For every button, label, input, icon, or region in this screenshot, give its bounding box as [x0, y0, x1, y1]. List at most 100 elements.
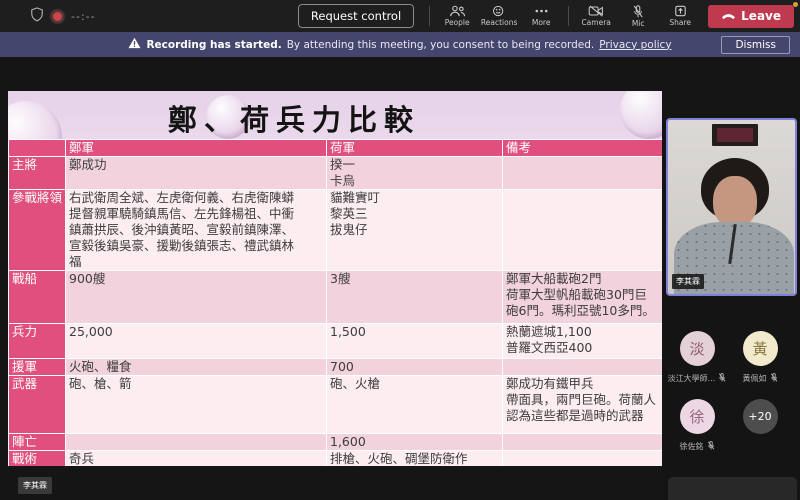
column-header: 備考: [503, 140, 663, 157]
recording-indicator-icon: [53, 12, 62, 21]
mic-button[interactable]: Mic: [618, 0, 658, 32]
table-row: 陣亡 1,600: [9, 434, 663, 451]
row-label: 戰船: [9, 271, 66, 324]
meeting-stage: 鄭、荷兵力比較 鄭軍荷軍備考主將鄭成功揆一 卡烏參戰將領右武衛周全斌、左虎衛何義…: [0, 57, 800, 500]
meeting-timer: --:--: [71, 10, 96, 23]
mic-off-icon: [632, 5, 644, 18]
row-label: 援軍: [9, 359, 66, 376]
camera-button[interactable]: Camera: [576, 0, 616, 32]
column-header: 荷軍: [327, 140, 503, 157]
table-cell: 砲、火槍: [327, 376, 503, 434]
participants-sidebar: 李其霖 淡 淡江大學師... 黃 黃佩如: [662, 114, 800, 500]
avatar: 徐: [680, 399, 715, 434]
participant-tile[interactable]: 淡 淡江大學師...: [665, 331, 729, 384]
banner-message: By attending this meeting, you consent t…: [287, 39, 595, 51]
table-cell: [503, 359, 663, 376]
table-cell: 1,600: [327, 434, 503, 451]
request-control-button[interactable]: Request control: [298, 4, 414, 28]
warning-icon: [128, 37, 141, 52]
toolbar-divider: [568, 6, 569, 26]
table-row: 戰船900艘3艘鄭軍大船載砲2門 荷軍大型帆船載砲30門巨 砲6門。瑪利亞號10…: [9, 271, 663, 324]
speaker-face: [713, 176, 757, 228]
table-cell: [66, 434, 327, 451]
table-cell: 奇兵: [66, 451, 327, 467]
participant-video-tile[interactable]: 吳: [668, 477, 797, 500]
column-header: 鄭軍: [66, 140, 327, 157]
table-cell: 排槍、火砲、碉堡防衛作: [327, 451, 503, 467]
table-cell: 砲、槍、箭: [66, 376, 327, 434]
camera-off-icon: [588, 5, 604, 17]
more-button[interactable]: More: [521, 0, 561, 32]
table-cell: 700: [327, 359, 503, 376]
participant-tile[interactable]: 徐 徐佐銘: [665, 399, 729, 452]
people-icon: [449, 5, 466, 17]
table-cell: 熱蘭遮城1,100 普羅文西亞400: [503, 324, 663, 359]
leave-button[interactable]: Leave: [708, 5, 794, 28]
video-name-tag: 李其霖: [672, 274, 704, 289]
table-cell: 右武衛周全斌、左虎衛何義、右虎衛陳蟒 提督親軍驍騎鎮馬信、左先鋒楊祖、中衝 鎮蕭…: [66, 190, 327, 271]
participant-name: 黃佩如: [743, 373, 767, 384]
table-row: 兵力25,0001,500熱蘭遮城1,100 普羅文西亞400: [9, 324, 663, 359]
share-button[interactable]: Share: [660, 0, 700, 32]
people-button[interactable]: People: [437, 0, 477, 32]
table-row: 武器砲、槍、箭砲、火槍鄭成功有鐵甲兵 帶面具，兩門巨砲。荷蘭人 認為這些都是過時…: [9, 376, 663, 434]
more-icon: [534, 5, 549, 17]
row-label: 兵力: [9, 324, 66, 359]
shared-slide[interactable]: 鄭、荷兵力比較 鄭軍荷軍備考主將鄭成功揆一 卡烏參戰將領右武衛周全斌、左虎衛何義…: [8, 91, 662, 466]
table-cell: 鄭成功: [66, 157, 327, 190]
teams-meeting-window: --:-- Request control People Reactions: [0, 0, 800, 500]
notification-dot: [793, 2, 798, 7]
active-speaker-video[interactable]: 李其霖: [666, 118, 797, 296]
table-row: 參戰將領右武衛周全斌、左虎衛何義、右虎衛陳蟒 提督親軍驍騎鎮馬信、左先鋒楊祖、中…: [9, 190, 663, 271]
table-cell: 3艘: [327, 271, 503, 324]
comparison-table: 鄭軍荷軍備考主將鄭成功揆一 卡烏參戰將領右武衛周全斌、左虎衛何義、右虎衛陳蟒 提…: [8, 139, 662, 466]
table-row: 援軍火砲、糧食700: [9, 359, 663, 376]
reactions-button[interactable]: Reactions: [479, 0, 519, 32]
overflow-participants-tile[interactable]: +20: [728, 399, 792, 434]
participant-name: 徐佐銘: [680, 441, 704, 452]
participant-tile[interactable]: 黃 黃佩如: [728, 331, 792, 384]
table-cell: [503, 157, 663, 190]
mic-off-icon: [718, 373, 726, 384]
table-cell: 1,500: [327, 324, 503, 359]
avatar: 黃: [743, 331, 778, 366]
recording-banner: Recording has started. By attending this…: [0, 32, 800, 57]
row-label: 參戰將領: [9, 190, 66, 271]
table-cell: 揆一 卡烏: [327, 157, 503, 190]
presenter-name-tag: 李其霖: [18, 477, 52, 494]
reactions-icon: [492, 5, 506, 17]
shield-icon[interactable]: [30, 7, 44, 26]
bubble-decoration: [620, 91, 662, 139]
meeting-topbar: --:-- Request control People Reactions: [0, 0, 800, 32]
mic-off-icon: [770, 373, 778, 384]
toolbar-divider: [429, 6, 430, 26]
slide-title: 鄭、荷兵力比較: [168, 97, 420, 139]
table-cell: [503, 434, 663, 451]
column-header: [9, 140, 66, 157]
slide-table: 鄭軍荷軍備考主將鄭成功揆一 卡烏參戰將領右武衛周全斌、左虎衛何義、右虎衛陳蟒 提…: [9, 140, 663, 467]
row-label: 戰術: [9, 451, 66, 467]
table-cell: 900艘: [66, 271, 327, 324]
row-label: 陣亡: [9, 434, 66, 451]
hangup-icon: [721, 9, 736, 23]
table-header-row: 鄭軍荷軍備考: [9, 140, 663, 157]
avatar: 淡: [680, 331, 715, 366]
table-cell: [503, 190, 663, 271]
banner-title: Recording has started.: [146, 39, 281, 51]
share-icon: [674, 5, 687, 17]
mic-off-icon: [707, 441, 715, 452]
row-label: 主將: [9, 157, 66, 190]
dismiss-button[interactable]: Dismiss: [721, 36, 790, 54]
table-cell: 貓難實叮 黎英三 拔鬼仔: [327, 190, 503, 271]
table-cell: 火砲、糧食: [66, 359, 327, 376]
table-cell: 鄭軍大船載砲2門 荷軍大型帆船載砲30門巨 砲6門。瑪利亞號10多門。: [503, 271, 663, 324]
participant-name: 淡江大學師...: [668, 373, 716, 384]
table-row: 主將鄭成功揆一 卡烏: [9, 157, 663, 190]
wall-picture-frame: [712, 124, 758, 146]
privacy-policy-link[interactable]: Privacy policy: [599, 39, 671, 51]
table-row: 戰術奇兵排槍、火砲、碉堡防衛作: [9, 451, 663, 467]
table-cell: [503, 451, 663, 467]
table-cell: 25,000: [66, 324, 327, 359]
overflow-count-badge: +20: [743, 399, 778, 434]
table-cell: 鄭成功有鐵甲兵 帶面具，兩門巨砲。荷蘭人 認為這些都是過時的武器: [503, 376, 663, 434]
